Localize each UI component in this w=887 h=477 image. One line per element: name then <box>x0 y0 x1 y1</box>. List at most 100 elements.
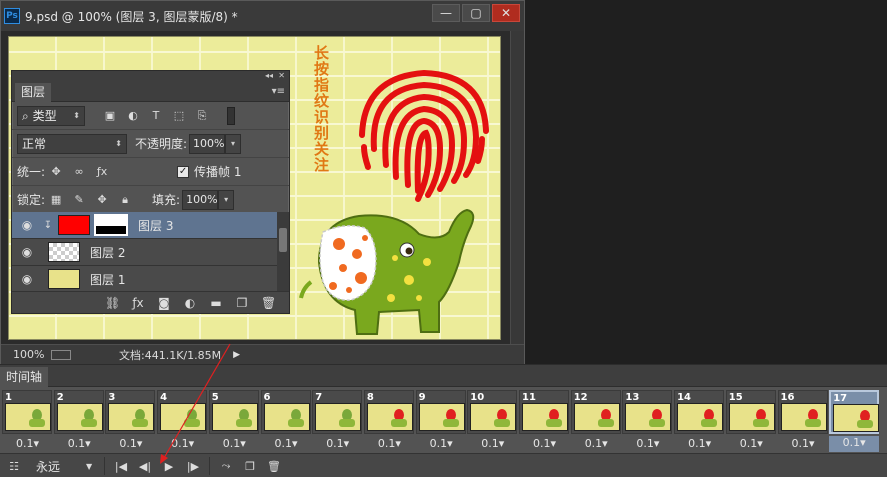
frame-box[interactable]: 5 <box>208 390 259 434</box>
frame-box[interactable]: 2 <box>53 390 104 434</box>
timeline-frame[interactable]: 13 0.1▾ <box>622 390 673 453</box>
adjustment-layer-icon[interactable]: ◐ <box>183 296 197 310</box>
minimize-button[interactable]: — <box>432 4 460 22</box>
layer-row-3[interactable]: ◉ ↧ 图层 3 <box>12 212 277 239</box>
timeline-convert-icon[interactable]: ☷ <box>2 460 26 473</box>
frame-delay-select[interactable]: 0.1▾ <box>430 437 453 450</box>
unify-position-icon[interactable]: ✥ <box>49 165 63 178</box>
frame-box[interactable]: 11 <box>519 390 569 434</box>
opacity-input[interactable]: 100% <box>189 133 226 154</box>
scrollbar-thumb[interactable] <box>279 228 287 252</box>
duplicate-frame-icon[interactable]: ❐ <box>238 460 262 473</box>
fill-dropdown-button[interactable]: ▾ <box>218 189 235 210</box>
blend-mode-select[interactable]: 正常 ⬍ <box>17 133 127 154</box>
timeline-frame[interactable]: 15 0.1▾ <box>725 390 776 453</box>
frame-box[interactable]: 10 <box>467 390 518 434</box>
filter-toggle-switch[interactable] <box>227 106 235 125</box>
lock-transparency-icon[interactable]: ▦ <box>49 193 63 206</box>
eye-icon[interactable]: ◉ <box>12 272 42 286</box>
timeline-frame[interactable]: 12 0.1▾ <box>570 390 621 453</box>
frame-delay-select[interactable]: 0.1▾ <box>636 437 659 450</box>
frame-delay-select[interactable]: 0.1▾ <box>481 437 504 450</box>
text-filter-icon[interactable]: T <box>149 109 163 122</box>
timeline-frame[interactable]: 3 0.1▾ <box>105 390 156 453</box>
frame-box[interactable]: 6 <box>260 390 311 434</box>
maximize-button[interactable]: ▢ <box>462 4 490 22</box>
frame-box[interactable]: 15 <box>725 390 776 434</box>
canvas-scrollbar[interactable] <box>510 31 524 344</box>
delete-frame-icon[interactable]: 🗑︎ <box>262 460 286 473</box>
timeline-frame[interactable]: 10 0.1▾ <box>467 390 518 453</box>
first-frame-icon[interactable]: |◀ <box>109 460 133 473</box>
timeline-frame[interactable]: 5 0.1▾ <box>208 390 259 453</box>
frame-box[interactable]: 17 <box>829 390 880 434</box>
unify-visibility-icon[interactable]: ∞ <box>72 165 86 178</box>
lock-position-icon[interactable]: ✥ <box>95 193 109 206</box>
lock-all-icon[interactable]: 🔒︎ <box>118 193 132 206</box>
timeline-frame[interactable]: 6 0.1▾ <box>260 390 311 453</box>
frame-box[interactable]: 14 <box>674 390 725 434</box>
layers-panel-header[interactable]: ◂◂ ✕ <box>12 71 289 83</box>
frame-delay-select[interactable]: 0.1▾ <box>16 437 39 450</box>
layer-mask-thumbnail[interactable] <box>94 214 128 236</box>
timeline-frame[interactable]: 14 0.1▾ <box>674 390 725 453</box>
timeline-frame[interactable]: 8 0.1▾ <box>363 390 414 453</box>
frame-box[interactable]: 9 <box>415 390 466 434</box>
eye-icon[interactable]: ◉ <box>12 218 42 232</box>
frame-box[interactable]: 13 <box>622 390 673 434</box>
smart-object-filter-icon[interactable]: ⎘ <box>195 109 209 122</box>
frame-delay-select[interactable]: 0.1▾ <box>792 437 815 450</box>
frame-delay-select[interactable]: 0.1▾ <box>688 437 711 450</box>
frame-box[interactable]: 1 <box>2 390 52 434</box>
frame-delay-select[interactable]: 0.1▾ <box>740 437 763 450</box>
fill-input[interactable]: 100% <box>182 189 219 210</box>
previous-frame-icon[interactable]: ◀| <box>133 460 157 473</box>
next-frame-icon[interactable]: |▶ <box>181 460 205 473</box>
play-icon[interactable]: ▶ <box>157 460 181 473</box>
timeline-frame[interactable]: 2 0.1▾ <box>53 390 104 453</box>
frame-delay-select[interactable]: 0.1▾ <box>585 437 608 450</box>
tab-timeline[interactable]: 时间轴 <box>0 367 49 387</box>
frame-delay-select[interactable]: 0.1▾ <box>275 437 298 450</box>
folder-icon[interactable]: ▬ <box>209 296 223 310</box>
shape-filter-icon[interactable]: ⬚ <box>172 109 186 122</box>
frame-delay-select[interactable]: 0.1▾ <box>533 437 556 450</box>
frame-box[interactable]: 8 <box>363 390 414 434</box>
layer-row-2[interactable]: ◉ 图层 2 <box>12 239 277 266</box>
close-button[interactable]: ✕ <box>492 4 520 22</box>
link-layers-icon[interactable]: ⛓︎ <box>105 296 120 310</box>
document-titlebar[interactable]: Ps 9.psd @ 100% (图层 3, 图层蒙版/8) * — ▢ ✕ <box>1 1 524 31</box>
frame-delay-select[interactable]: 0.1▾ <box>378 437 401 450</box>
unify-style-icon[interactable]: ƒx <box>95 165 109 178</box>
frame-box[interactable]: 12 <box>570 390 621 434</box>
propagate-frame-checkbox[interactable]: ✓ <box>177 165 190 178</box>
frame-box[interactable]: 16 <box>777 390 828 434</box>
frame-delay-select[interactable]: 0.1▾ <box>119 437 142 450</box>
layer-list-scrollbar[interactable] <box>277 212 289 292</box>
collapse-icon[interactable]: ◂◂ <box>265 71 273 80</box>
fx-icon[interactable]: ƒx <box>131 296 145 310</box>
tab-layers[interactable]: 图层 <box>15 83 52 102</box>
frame-delay-select[interactable]: 0.1▾ <box>171 437 194 450</box>
status-toggle-icon[interactable] <box>51 349 71 360</box>
frame-box[interactable]: 3 <box>105 390 156 434</box>
filter-type-select[interactable]: ⌕ 类型 ⬍ <box>17 105 85 126</box>
layer-row-1[interactable]: ◉ 图层 1 <box>12 266 277 292</box>
adjustment-filter-icon[interactable]: ◐ <box>126 109 140 122</box>
frame-delay-select[interactable]: 0.1▾ <box>223 437 246 450</box>
timeline-frame[interactable]: 4 0.1▾ <box>157 390 208 453</box>
image-filter-icon[interactable]: ▣ <box>103 109 117 122</box>
eye-icon[interactable]: ◉ <box>12 245 42 259</box>
lock-pixels-icon[interactable]: ✎ <box>72 193 86 206</box>
chevron-down-icon[interactable]: ▼ <box>86 462 100 471</box>
panel-close-icon[interactable]: ✕ <box>278 71 285 80</box>
timeline-frame[interactable]: 16 0.1▾ <box>777 390 828 453</box>
timeline-frame[interactable]: 7 0.1▾ <box>312 390 363 453</box>
status-menu-arrow-icon[interactable]: ▶ <box>233 350 240 360</box>
frame-box[interactable]: 7 <box>312 390 363 434</box>
timeline-frame[interactable]: 9 0.1▾ <box>415 390 466 453</box>
loop-select[interactable]: 永远 <box>36 458 86 475</box>
timeline-frame[interactable]: 17 0.1▾ <box>829 390 880 453</box>
add-mask-icon[interactable]: ◙ <box>157 296 171 310</box>
frame-box[interactable]: 4 <box>157 390 208 434</box>
